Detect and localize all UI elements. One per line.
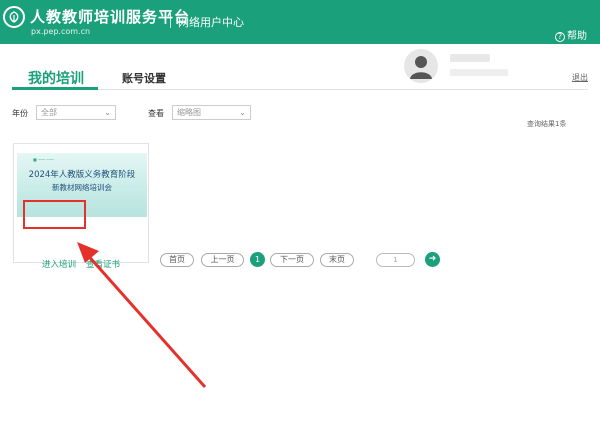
main-panel: 我的培训 账号设置 退出 年份 全部 ⌄ 查看 缩略图 ⌄ 查询结果1条 ■ ─… (0, 44, 600, 447)
question-circle-icon: ? (555, 32, 565, 42)
help-label: 帮助 (567, 31, 587, 42)
header-divider (170, 13, 171, 28)
brand-title[interactable]: 人教教师培训服务平台 (30, 6, 190, 27)
red-arrow-annotation (77, 242, 207, 388)
user-center-title: 网络用户中心 (178, 16, 244, 29)
top-header: 人教教师培训服务平台 px.pep.com.cn 网络用户中心 ? 帮助 (0, 0, 600, 44)
help-link[interactable]: ? 帮助 (555, 27, 587, 42)
brand-url: px.pep.com.cn (31, 27, 91, 36)
leaf-logo-icon[interactable] (3, 6, 25, 28)
